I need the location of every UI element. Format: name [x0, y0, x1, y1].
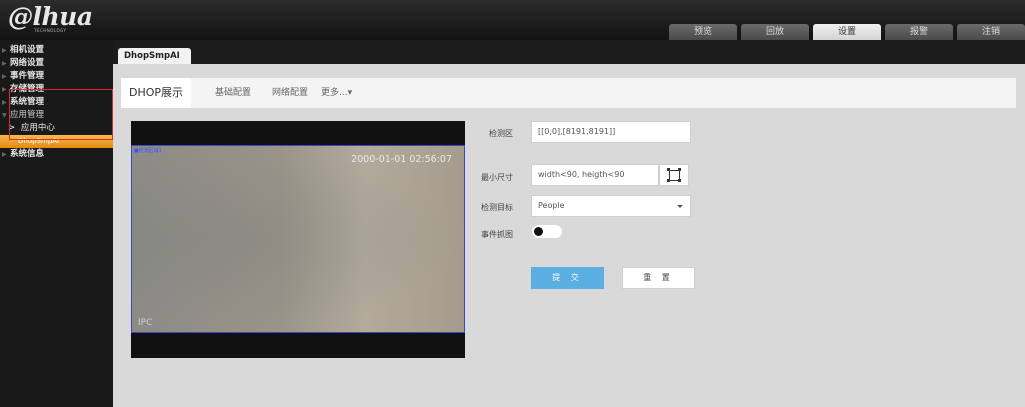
subtab-bar: DHOP展示 基础配置 网络配置 更多...▾	[121, 78, 1016, 108]
nav-tab-settings[interactable]: 设置	[813, 24, 881, 40]
content-panel: DHOP展示 基础配置 网络配置 更多...▾ ■检测区域1 2000-01-0…	[113, 64, 1025, 407]
subtab-network-config[interactable]: 网络配置	[272, 78, 308, 108]
nav-tab-playback[interactable]: 回放	[741, 24, 809, 40]
target-label: 检测目标	[481, 203, 513, 212]
snapshot-label: 事件抓图	[481, 230, 513, 239]
detect-region-tag: ■检测区域1	[134, 148, 162, 154]
sidebar-item-label: 事件管理	[10, 71, 45, 81]
subtab-dhop-display[interactable]: DHOP展示	[121, 78, 192, 108]
detect-area-label: 检测区	[489, 129, 513, 138]
nav-tab-logout[interactable]: 注销	[957, 24, 1025, 40]
expand-arrow-icon: ▶	[2, 151, 7, 158]
sidebar-item-events[interactable]: ▶ 事件管理	[0, 70, 113, 83]
snapshot-toggle[interactable]	[532, 225, 562, 238]
target-select[interactable]: People	[531, 195, 691, 217]
target-select-value: People	[538, 201, 565, 210]
app-root: @lhua TECHNOLOGY 预览 回放 设置 报警 注销 ▶ 相机设置 ▶…	[0, 0, 1025, 407]
expand-arrow-icon: ▶	[2, 60, 7, 67]
chevron-down-icon	[677, 205, 683, 208]
expand-arrow-icon: ▶	[2, 73, 7, 80]
content-tabbar: DhopSmpAI	[113, 40, 1025, 64]
nav-tab-alarm[interactable]: 报警	[885, 24, 953, 40]
video-frame: ■检测区域1 2000-01-01 02:56:07 IPC	[131, 145, 465, 333]
expand-arrow-icon: ▶	[2, 86, 7, 93]
top-header: @lhua TECHNOLOGY 预览 回放 设置 报警 注销	[0, 0, 1025, 40]
draw-region-button[interactable]	[659, 164, 689, 186]
min-size-input[interactable]: width<90, heigth<90	[531, 164, 659, 186]
collapse-arrow-icon: ▼	[2, 112, 7, 119]
min-size-label: 最小尺寸	[481, 173, 513, 182]
sidebar-item-network[interactable]: ▶ 网络设置	[0, 57, 113, 70]
sidebar-item-label: 网络设置	[10, 58, 45, 68]
video-timestamp: 2000-01-01 02:56:07	[351, 154, 452, 165]
subtab-more[interactable]: 更多...▾	[321, 78, 352, 108]
sidebar-item-label: 相机设置	[10, 45, 45, 55]
highlight-box	[9, 89, 113, 140]
sidebar-item-camera[interactable]: ▶ 相机设置	[0, 44, 113, 57]
logo-text: @lhua	[8, 2, 93, 31]
nav-tab-preview[interactable]: 预览	[669, 24, 737, 40]
submit-button[interactable]: 提 交	[531, 267, 604, 289]
reset-button[interactable]: 重 置	[622, 267, 695, 289]
video-preview[interactable]: ■检测区域1 2000-01-01 02:56:07 IPC	[131, 121, 465, 358]
subtab-basic-config[interactable]: 基础配置	[215, 78, 251, 108]
logo-tagline: TECHNOLOGY	[34, 28, 67, 33]
dahua-logo: @lhua TECHNOLOGY	[8, 4, 108, 36]
tab-dhopsmpai[interactable]: DhopSmpAI	[118, 48, 191, 64]
sidebar-item-sysinfo[interactable]: ▶ 系统信息	[0, 148, 113, 161]
top-nav: 预览 回放 设置 报警 注销	[665, 24, 1025, 40]
expand-arrow-icon: ▶	[2, 47, 7, 54]
detect-area-input[interactable]: [[0,0],[8191,8191]]	[531, 121, 691, 143]
video-channel-label: IPC	[138, 318, 153, 328]
sidebar-item-label: 系统信息	[10, 149, 45, 159]
toggle-knob	[534, 227, 543, 236]
expand-arrow-icon: ▶	[2, 99, 7, 106]
